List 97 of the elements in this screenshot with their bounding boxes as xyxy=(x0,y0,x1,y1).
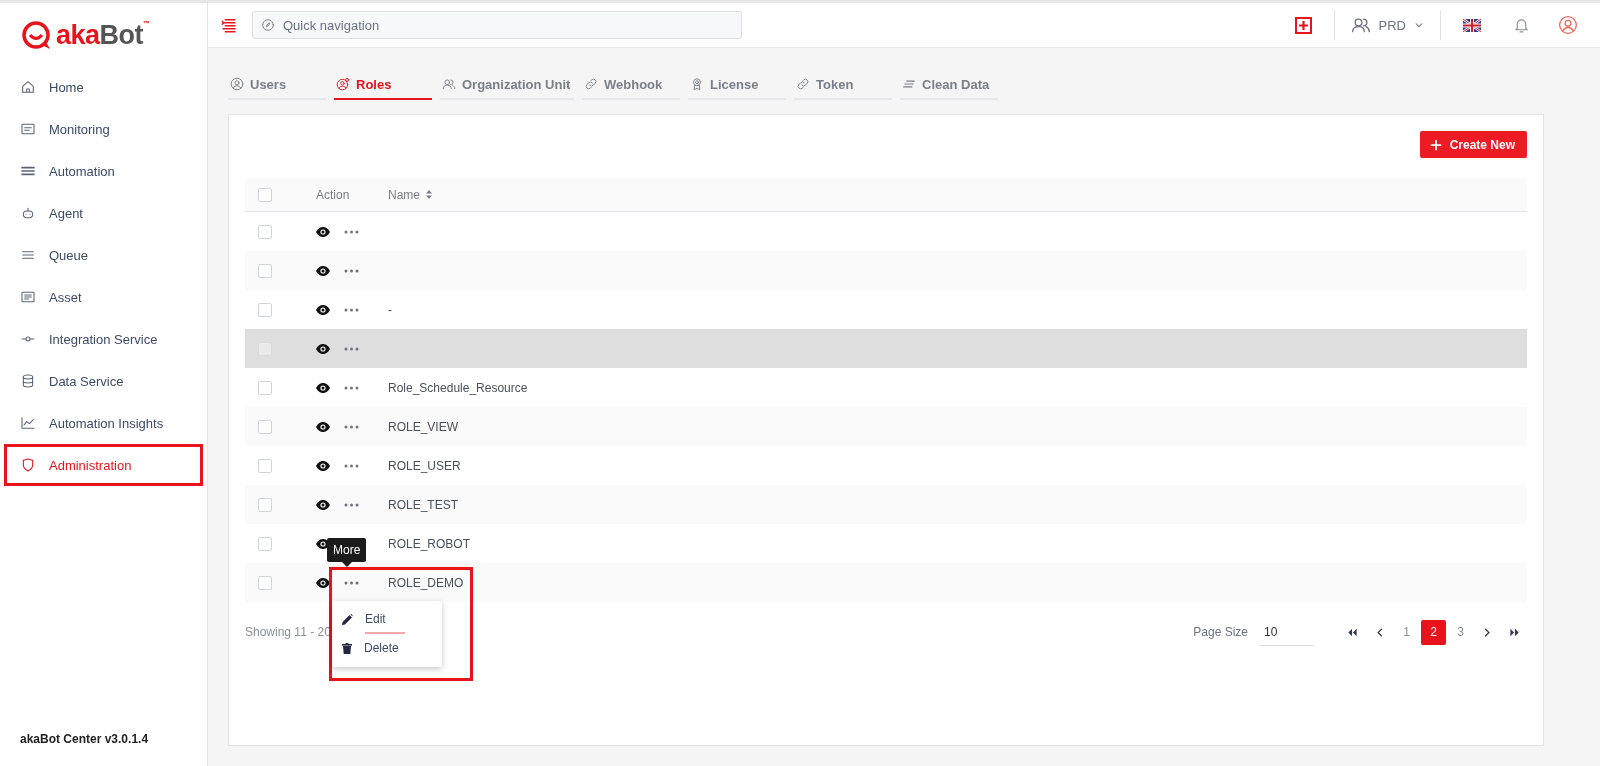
more-icon[interactable] xyxy=(344,229,359,234)
page-button[interactable]: 2 xyxy=(1421,619,1446,645)
eye-icon[interactable] xyxy=(316,577,330,588)
sidebar-item[interactable]: Asset xyxy=(4,276,203,318)
eye-icon[interactable] xyxy=(316,499,330,510)
home-icon xyxy=(20,79,36,95)
create-new-button[interactable]: Create New xyxy=(1419,131,1527,158)
eye-icon[interactable] xyxy=(316,265,330,276)
column-header[interactable]: Name xyxy=(388,187,420,202)
tab[interactable]: Token xyxy=(794,70,892,100)
sidebar-item[interactable]: Automation xyxy=(4,150,203,192)
bell-icon[interactable] xyxy=(1513,16,1530,34)
eye-icon[interactable] xyxy=(316,382,330,393)
checkbox[interactable] xyxy=(258,536,272,551)
eye-icon[interactable] xyxy=(316,421,330,432)
more-icon[interactable] xyxy=(344,385,359,390)
environment-dropdown[interactable]: PRD xyxy=(1346,15,1428,35)
tab[interactable]: Roles xyxy=(334,70,432,100)
more-icon[interactable] xyxy=(344,307,359,312)
users-icon xyxy=(442,77,456,91)
user-avatar-icon[interactable] xyxy=(1558,15,1578,35)
eye-icon[interactable] xyxy=(316,460,330,471)
eye-icon[interactable] xyxy=(316,304,330,315)
tooltip: More xyxy=(327,538,367,567)
checkbox[interactable] xyxy=(258,497,272,512)
role-name: ROLE_TEST xyxy=(388,497,459,512)
menu-item[interactable]: Edit xyxy=(332,605,442,634)
compass-icon xyxy=(261,18,275,32)
more-icon[interactable] xyxy=(344,463,359,468)
database-icon xyxy=(20,373,36,389)
checkbox[interactable] xyxy=(258,263,272,278)
sidebar-item[interactable]: Automation Insights xyxy=(4,402,203,444)
checkbox[interactable] xyxy=(258,187,272,202)
more-icon[interactable] xyxy=(344,268,359,273)
checkbox[interactable] xyxy=(258,575,272,590)
table-row[interactable]: ROLE_VIEW xyxy=(245,407,1527,446)
user-circle-icon xyxy=(230,77,244,91)
tab[interactable]: Organization Unit xyxy=(440,70,574,100)
checkbox[interactable] xyxy=(258,380,272,395)
shield-icon xyxy=(20,457,36,473)
column-header: Action xyxy=(316,187,350,202)
chevron-down-icon xyxy=(1414,20,1424,30)
role-name: Role_Schedule_Resource xyxy=(388,380,528,395)
tab[interactable]: Users xyxy=(228,70,326,100)
line-chart-icon xyxy=(20,415,36,431)
badge-icon xyxy=(690,77,704,91)
pencil-icon xyxy=(342,614,353,625)
sort-icon[interactable] xyxy=(426,190,432,199)
sidebar-item[interactable]: Agent xyxy=(4,192,203,234)
link-icon xyxy=(796,77,810,91)
sidebar-item[interactable]: Queue xyxy=(4,234,203,276)
role-name: - xyxy=(388,302,392,317)
checkbox[interactable] xyxy=(258,302,272,317)
tab[interactable]: Webhook xyxy=(582,70,680,100)
page-size-label: Page Size xyxy=(1193,625,1248,639)
link-icon xyxy=(584,77,598,91)
table-row[interactable]: ROLE_TEST xyxy=(245,485,1527,524)
role-name: ROLE_VIEW xyxy=(388,419,459,434)
menu-item[interactable]: Delete xyxy=(332,634,442,663)
sidebar-item[interactable]: Administration xyxy=(4,444,203,486)
eye-icon[interactable] xyxy=(316,343,330,354)
logo: akaBot$^{™}$ xyxy=(56,20,150,51)
monitor-icon xyxy=(20,121,36,137)
previous-page-icon[interactable] xyxy=(1374,626,1385,638)
role-name: ROLE_DEMO xyxy=(388,575,464,590)
more-icon[interactable] xyxy=(344,502,359,507)
more-icon[interactable] xyxy=(344,580,359,585)
first-page-icon[interactable] xyxy=(1347,626,1358,638)
flag-icon[interactable] xyxy=(1463,18,1481,32)
more-icon[interactable] xyxy=(344,346,359,351)
tab[interactable]: License xyxy=(688,70,786,100)
version-label: akaBot Center v3.0.1.4 xyxy=(19,732,150,748)
trash-icon xyxy=(342,643,352,654)
checkbox[interactable] xyxy=(258,419,272,434)
more-icon[interactable] xyxy=(344,424,359,429)
table-row[interactable]: ROLE_DEMO xyxy=(245,563,1527,602)
user-gear-icon xyxy=(336,77,350,91)
lines-icon xyxy=(902,77,916,91)
sidebar-item[interactable]: Home xyxy=(4,66,203,108)
search-field[interactable]: Quick navigation xyxy=(252,11,742,39)
plus-icon xyxy=(1429,138,1442,151)
page-size-field[interactable]: 10 xyxy=(1260,618,1314,646)
next-page-icon[interactable] xyxy=(1482,626,1493,638)
menu-icon[interactable] xyxy=(220,16,238,34)
last-page-icon[interactable] xyxy=(1509,626,1520,638)
eye-icon[interactable] xyxy=(316,226,330,237)
sidebar-item[interactable]: Monitoring xyxy=(4,108,203,150)
checkbox[interactable] xyxy=(258,458,272,473)
role-name: ROLE_USER xyxy=(388,458,461,473)
robot-icon xyxy=(20,205,36,221)
role-name: ROLE_ROBOT xyxy=(388,536,471,551)
tab[interactable]: Clean Data xyxy=(900,70,998,100)
checkbox[interactable] xyxy=(258,224,272,239)
document-icon xyxy=(20,289,36,305)
add-square-icon[interactable] xyxy=(1294,16,1312,34)
sidebar-item[interactable]: Data Service xyxy=(4,360,203,402)
sidebar-item[interactable]: Integration Service xyxy=(4,318,203,360)
